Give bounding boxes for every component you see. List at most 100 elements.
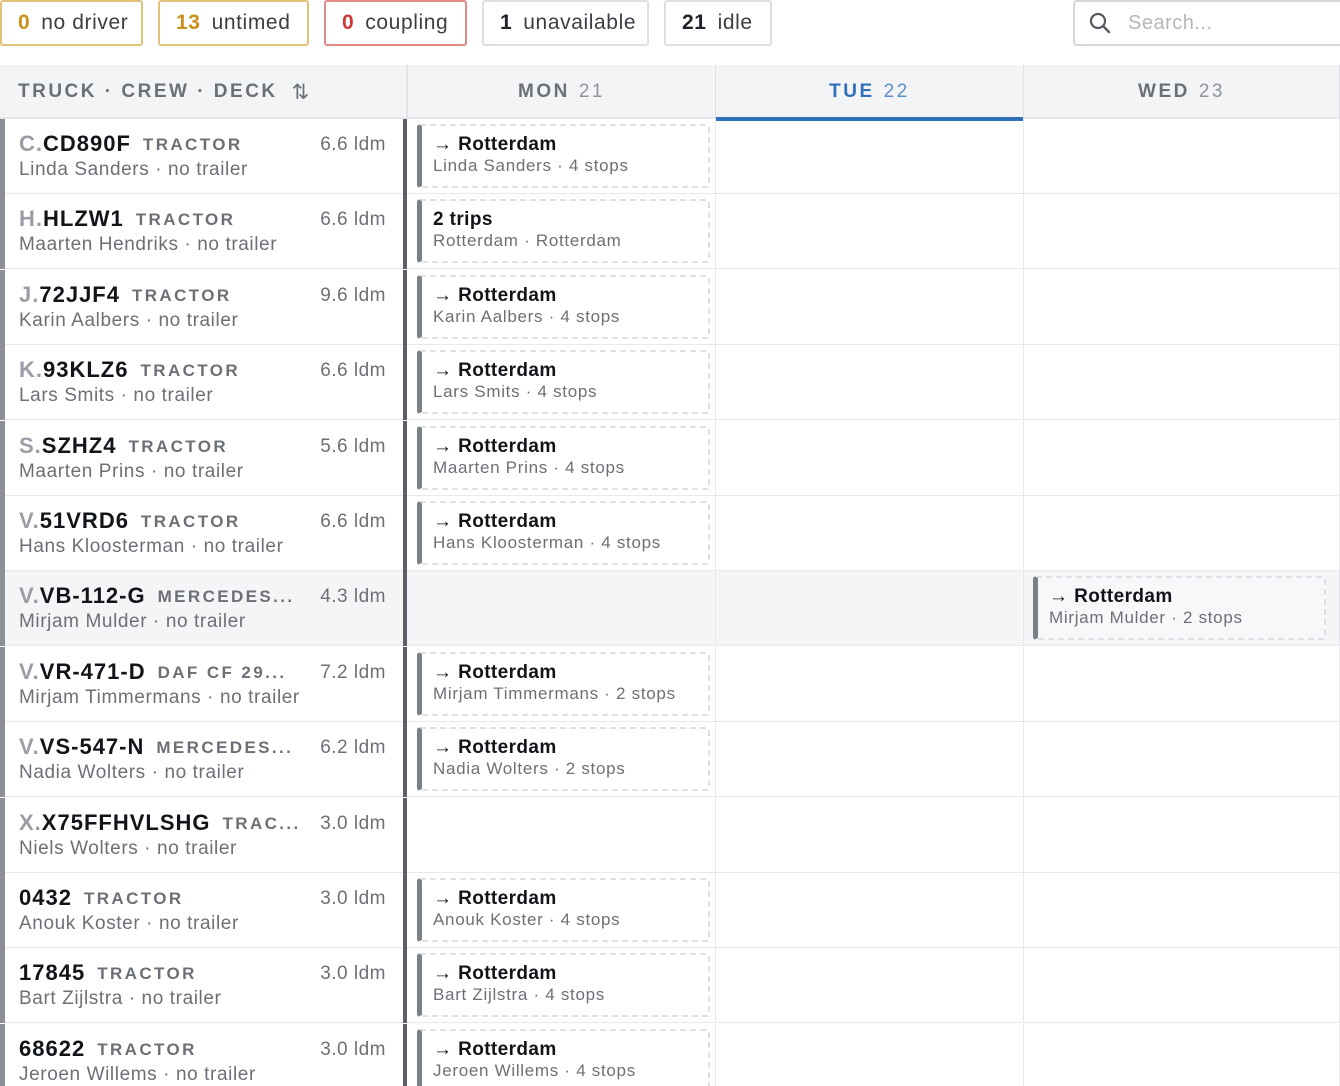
filter-label: coupling (365, 11, 449, 34)
day-cell[interactable]: → Rotterdam Linda Sanders · 4 stops (408, 119, 716, 194)
day-cell[interactable] (716, 119, 1024, 194)
day-cell[interactable] (716, 345, 1024, 421)
day-cell[interactable]: → Rotterdam Karin Aalbers · 4 stops (408, 269, 716, 345)
trip-card[interactable]: → Rotterdam Mirjam Mulder · 2 stops (1033, 576, 1326, 641)
truck-cell[interactable]: V.51VRD6 TRACTOR 6.6 ldm Hans Kloosterman ·… (0, 496, 407, 571)
plate-number: VB-112-G (39, 583, 146, 609)
truck-cell[interactable]: S.SZHZ4 TRACTOR 5.6 ldm Maarten Prins · no … (0, 420, 407, 496)
filter-unavailable-chip[interactable]: 1 unavailable (482, 0, 649, 46)
trip-card[interactable]: → Rotterdam Linda Sanders · 4 stops (417, 124, 710, 188)
loading-meters: 7.2 ldm (320, 661, 386, 683)
trip-card[interactable]: → Rotterdam Lars Smits · 4 stops (417, 350, 710, 415)
day-cell[interactable] (1024, 722, 1340, 798)
day-cell[interactable]: → Rotterdam Bart Zijlstra · 4 stops (408, 948, 716, 1024)
plate-prefix: X. (19, 809, 42, 835)
truck-type: TRACTOR (83, 889, 184, 908)
truck-cell[interactable]: V.VS-547-N MERCEDES... 6.2 ldm Nadia Wolter… (0, 722, 407, 798)
trip-card[interactable]: → Rotterdam Anouk Koster · 4 stops (417, 878, 710, 942)
day-cell[interactable] (716, 873, 1024, 948)
truck-cell[interactable]: V.VB-112-G MERCEDES... 4.3 ldm Mirjam Mulde… (0, 571, 407, 647)
truck-cell[interactable]: 0432 TRACTOR 3.0 ldm Anouk Koster · no trai… (0, 873, 407, 948)
truck-type: TRACTOR (131, 285, 232, 305)
filter-idle-chip[interactable]: 21 idle (664, 0, 772, 46)
plate-prefix: H. (19, 206, 43, 232)
day-cell[interactable] (1024, 194, 1340, 270)
trip-title: → Rotterdam (433, 1038, 557, 1060)
day-cell[interactable] (716, 722, 1024, 798)
truck-row: V.VR-471-D DAF CF 29... 7.2 ldm Mirjam Timm… (0, 646, 1340, 722)
trip-card[interactable]: → Rotterdam Maarten Prins · 4 stops (417, 425, 710, 490)
day-cell[interactable] (716, 797, 1024, 873)
day-cell[interactable] (1024, 797, 1340, 873)
day-cell[interactable] (716, 646, 1024, 722)
truck-cell[interactable]: C.CD890F TRACTOR 6.6 ldm Linda Sanders · no… (0, 119, 407, 194)
loading-meters: 5.6 ldm (320, 435, 386, 457)
day-cell[interactable] (716, 194, 1024, 270)
filter-untimed-chip[interactable]: 13 untimed (158, 0, 309, 46)
day-cell[interactable] (1024, 646, 1340, 722)
plate-number: 0432 (19, 885, 72, 910)
filter-no-driver-chip[interactable]: 0 no driver (0, 0, 143, 46)
truck-type: TRACTOR (140, 361, 241, 381)
filter-bar: 0 no driver 13 untimed 0 coupling 1 unav… (0, 0, 800, 46)
trip-details: Linda Sanders · 4 stops (433, 156, 629, 175)
day-cell[interactable] (1024, 420, 1340, 496)
truck-cell[interactable]: 17845 TRACTOR 3.0 ldm Bart Zijlstra · no tr… (0, 948, 407, 1024)
truck-plate: C.CD890F (19, 131, 131, 157)
day-cell[interactable] (716, 948, 1024, 1024)
truck-cell[interactable]: J.72JJF4 TRACTOR 9.6 ldm Karin Aalbers · no… (0, 269, 407, 345)
day-cell[interactable] (408, 571, 716, 647)
filter-coupling-chip[interactable]: 0 coupling (324, 0, 467, 46)
truck-column-header[interactable]: TRUCK · CREW · DECK ⇅ (0, 65, 408, 119)
trip-card[interactable]: → Rotterdam Bart Zijlstra · 4 stops (417, 953, 710, 1018)
trip-card[interactable]: → Rotterdam Jeroen Willems · 4 stops (417, 1028, 710, 1086)
day-cell[interactable]: → Rotterdam Anouk Koster · 4 stops (408, 873, 716, 948)
day-cell[interactable]: → Rotterdam Nadia Wolters · 2 stops (408, 722, 716, 798)
truck-type: MERCEDES... (157, 587, 295, 607)
truck-cell[interactable]: V.VR-471-D DAF CF 29... 7.2 ldm Mirjam Timm… (0, 646, 407, 722)
day-cell[interactable] (716, 571, 1024, 647)
truck-cell[interactable]: K.93KLZ6 TRACTOR 6.6 ldm Lars Smits · no tr… (0, 345, 407, 421)
truck-row: 17845 TRACTOR 3.0 ldm Bart Zijlstra · no tr… (0, 948, 1340, 1024)
trip-title: → Rotterdam (433, 435, 557, 457)
search-input[interactable] (1128, 11, 1328, 35)
plate-number: VS-547-N (39, 734, 145, 760)
day-cell[interactable]: → Rotterdam Mirjam Mulder · 2 stops (1024, 571, 1340, 647)
day-cell[interactable] (716, 1023, 1024, 1086)
search-box[interactable] (1073, 0, 1340, 46)
day-cell[interactable] (1024, 496, 1340, 571)
day-cell[interactable]: 2 trips Rotterdam · Rotterdam (408, 194, 716, 270)
day-cell[interactable] (1024, 1023, 1340, 1086)
day-cell[interactable]: → Rotterdam Jeroen Willems · 4 stops (408, 1023, 716, 1086)
day-cell[interactable] (716, 269, 1024, 345)
loading-meters: 6.6 ldm (320, 360, 386, 382)
truck-cell[interactable]: X.X75FFHVLSHG TRAC... 3.0 ldm Niels Wolters… (0, 797, 407, 873)
truck-crew: Nadia Wolters · no trailer (19, 762, 245, 784)
day-cell[interactable] (1024, 948, 1340, 1024)
loading-meters: 3.0 ldm (320, 963, 386, 985)
day-cell[interactable] (1024, 873, 1340, 948)
day-cell[interactable] (1024, 345, 1340, 421)
sort-icon[interactable]: ⇅ (292, 80, 310, 105)
trip-title: → Rotterdam (433, 661, 557, 683)
day-name: WED (1138, 81, 1190, 102)
day-cell[interactable]: → Rotterdam Hans Kloosterman · 4 stops (408, 496, 716, 571)
day-cell[interactable] (1024, 269, 1340, 345)
trip-card[interactable]: → Rotterdam Mirjam Timmermans · 2 stops (417, 651, 710, 716)
trip-card[interactable]: → Rotterdam Nadia Wolters · 2 stops (417, 727, 710, 792)
day-cell[interactable]: → Rotterdam Mirjam Timmermans · 2 stops (408, 646, 716, 722)
trip-card[interactable]: 2 trips Rotterdam · Rotterdam (417, 199, 710, 264)
truck-type: TRACTOR (135, 210, 236, 230)
day-header-tue: TUE 22 (716, 65, 1024, 121)
day-cell[interactable]: → Rotterdam Maarten Prins · 4 stops (408, 420, 716, 496)
day-cell[interactable] (716, 420, 1024, 496)
day-cell[interactable]: → Rotterdam Lars Smits · 4 stops (408, 345, 716, 421)
day-cell[interactable] (716, 496, 1024, 571)
truck-cell[interactable]: 68622 TRACTOR 3.0 ldm Jeroen Willems · no t… (0, 1023, 407, 1086)
trip-card[interactable]: → Rotterdam Karin Aalbers · 4 stops (417, 274, 710, 339)
truck-cell[interactable]: H.HLZW1 TRACTOR 6.6 ldm Maarten Hendriks · … (0, 194, 407, 270)
day-cell[interactable] (408, 797, 716, 873)
trip-card[interactable]: → Rotterdam Hans Kloosterman · 4 stops (417, 501, 710, 565)
day-cell[interactable] (1024, 119, 1340, 194)
trip-details: Mirjam Timmermans · 2 stops (433, 683, 676, 703)
